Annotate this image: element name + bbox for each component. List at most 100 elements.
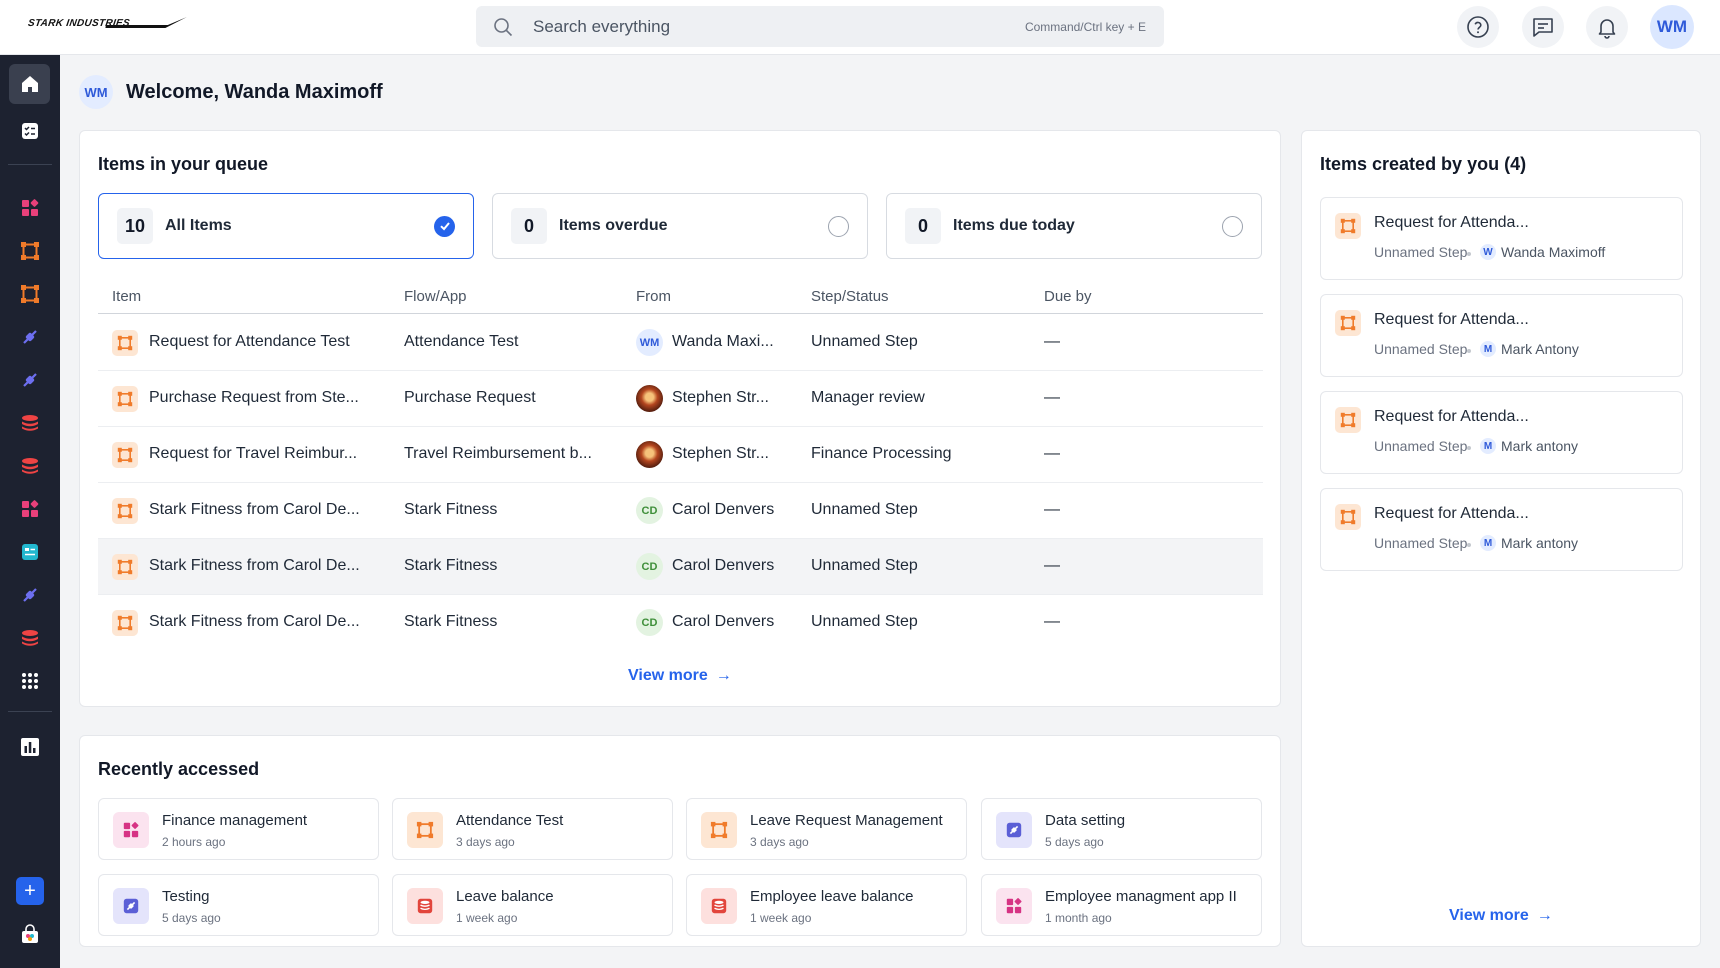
recent-item[interactable]: Attendance Test 3 days ago: [392, 798, 673, 860]
sidebar-item-home[interactable]: [9, 64, 50, 104]
created-item-user: Mark antony: [1501, 438, 1579, 454]
search-input[interactable]: Search everything: [533, 17, 1025, 37]
plus-icon: +: [24, 879, 36, 902]
help-button[interactable]: [1457, 6, 1499, 48]
sidebar-item-database[interactable]: [9, 618, 50, 658]
queue-view-more-link[interactable]: View more →: [628, 667, 732, 685]
column-header[interactable]: Step/Status: [811, 288, 889, 305]
search-bar[interactable]: Search everything Command/Ctrl key + E: [476, 6, 1164, 47]
database-icon: [21, 415, 38, 431]
item-name: Request for Attendance Test: [149, 333, 350, 350]
avatar: W: [1480, 244, 1496, 260]
filter-items-due-today[interactable]: 0 Items due today: [886, 193, 1262, 259]
sidebar-item-integration[interactable]: [9, 317, 50, 357]
recent-item-time: 1 month ago: [1045, 911, 1112, 925]
sidebar-item-marketplace[interactable]: [9, 914, 50, 954]
recent-item[interactable]: Leave balance 1 week ago: [392, 874, 673, 936]
column-header[interactable]: Flow/App: [404, 288, 467, 305]
separator-dot: [1467, 543, 1471, 547]
item-name: Request for Travel Reimbur...: [149, 445, 358, 462]
sidebar-item-app[interactable]: [9, 489, 50, 529]
database-icon: [701, 888, 737, 924]
sidebar-item-app[interactable]: [9, 188, 50, 228]
created-item-step: Unnamed Step: [1374, 244, 1468, 260]
recent-item[interactable]: Data setting 5 days ago: [981, 798, 1262, 860]
sidebar-item-tasks[interactable]: [9, 111, 50, 151]
plug-icon: [22, 588, 37, 602]
recent-item[interactable]: Leave Request Management 3 days ago: [686, 798, 967, 860]
due-by: —: [1044, 389, 1060, 406]
board-icon: [21, 544, 38, 560]
notifications-button[interactable]: [1586, 6, 1628, 48]
sidebar-item-reports[interactable]: [9, 727, 50, 767]
chart-icon: [20, 738, 39, 756]
create-new-button[interactable]: +: [16, 877, 44, 905]
created-item[interactable]: Request for Attenda... Unnamed Step W Wa…: [1320, 197, 1683, 280]
apps-icon: [996, 888, 1032, 924]
check-icon: [439, 222, 450, 231]
column-header[interactable]: From: [636, 288, 671, 305]
created-item[interactable]: Request for Attenda... Unnamed Step M Ma…: [1320, 488, 1683, 571]
filter-all-items[interactable]: 10 All Items: [98, 193, 474, 259]
sidebar-item-database[interactable]: [9, 403, 50, 443]
table-row[interactable]: Stark Fitness from Carol De... Stark Fit…: [98, 539, 1263, 595]
top-bar: STARK INDUSTRIES Search everything Comma…: [0, 0, 1720, 55]
search-icon: [494, 17, 513, 36]
from-user: Carol Denvers: [672, 501, 775, 518]
flow-icon: [1335, 213, 1361, 239]
sidebar-item-flow[interactable]: [9, 231, 50, 271]
table-row[interactable]: Stark Fitness from Carol De... Stark Fit…: [98, 595, 1263, 651]
recent-title: Recently accessed: [98, 759, 260, 779]
stark-industries-logo[interactable]: STARK INDUSTRIES: [27, 17, 187, 29]
plug-icon: [22, 330, 37, 344]
column-header[interactable]: Due by: [1044, 288, 1092, 305]
table-row[interactable]: Request for Travel Reimbur... Travel Rei…: [98, 427, 1263, 483]
recent-item-name: Finance management: [162, 812, 308, 829]
table-row[interactable]: Request for Attendance Test Attendance T…: [98, 315, 1263, 371]
sidebar-item-integration[interactable]: [9, 575, 50, 615]
sidebar-item-database[interactable]: [9, 446, 50, 486]
user-avatar[interactable]: WM: [1650, 5, 1694, 49]
recent-item[interactable]: Employee managment app II 1 month ago: [981, 874, 1262, 936]
column-header[interactable]: Item: [112, 288, 141, 305]
table-row[interactable]: Purchase Request from Ste... Purchase Re…: [98, 371, 1263, 427]
recent-item[interactable]: Testing 5 days ago: [98, 874, 379, 936]
filter-items-overdue[interactable]: 0 Items overdue: [492, 193, 868, 259]
flow-icon: [1335, 310, 1361, 336]
flow-icon: [20, 242, 39, 260]
sidebar-item-all-apps[interactable]: [9, 661, 50, 701]
queue-title: Items in your queue: [98, 154, 269, 174]
table-header: Item Flow/App From Step/Status Due by: [98, 279, 1263, 314]
sidebar-item-flow[interactable]: [9, 274, 50, 314]
created-item[interactable]: Request for Attenda... Unnamed Step M Ma…: [1320, 294, 1683, 377]
sidebar-item-board[interactable]: [9, 532, 50, 572]
home-icon: [21, 76, 38, 92]
created-item-user: Mark antony: [1501, 535, 1579, 551]
created-view-more-link[interactable]: View more →: [1449, 907, 1553, 925]
apps-icon: [113, 812, 149, 848]
recent-item[interactable]: Finance management 2 hours ago: [98, 798, 379, 860]
from-user: Carol Denvers: [672, 557, 775, 574]
sidebar-item-integration[interactable]: [9, 360, 50, 400]
plug-icon: [996, 812, 1032, 848]
flow-name: Stark Fitness: [404, 501, 498, 518]
filter-count: 0: [511, 208, 547, 244]
message-icon: [1533, 18, 1553, 37]
filter-label: All Items: [165, 217, 232, 234]
created-item-name: Request for Attenda...: [1374, 214, 1529, 231]
flow-icon: [112, 330, 138, 356]
flow-icon: [112, 442, 138, 468]
step-status: Manager review: [811, 389, 925, 406]
recent-item[interactable]: Employee leave balance 1 week ago: [686, 874, 967, 936]
recent-item-time: 2 hours ago: [162, 835, 226, 849]
created-item[interactable]: Request for Attenda... Unnamed Step M Ma…: [1320, 391, 1683, 474]
avatar: WM: [636, 329, 663, 356]
table-row[interactable]: Stark Fitness from Carol De... Stark Fit…: [98, 483, 1263, 539]
due-by: —: [1044, 501, 1060, 518]
due-by: —: [1044, 613, 1060, 630]
bell-icon: [1598, 19, 1616, 39]
recent-item-name: Employee leave balance: [750, 888, 914, 905]
view-more-label: View more: [628, 667, 708, 684]
messages-button[interactable]: [1522, 6, 1564, 48]
item-name: Purchase Request from Ste...: [149, 389, 359, 406]
